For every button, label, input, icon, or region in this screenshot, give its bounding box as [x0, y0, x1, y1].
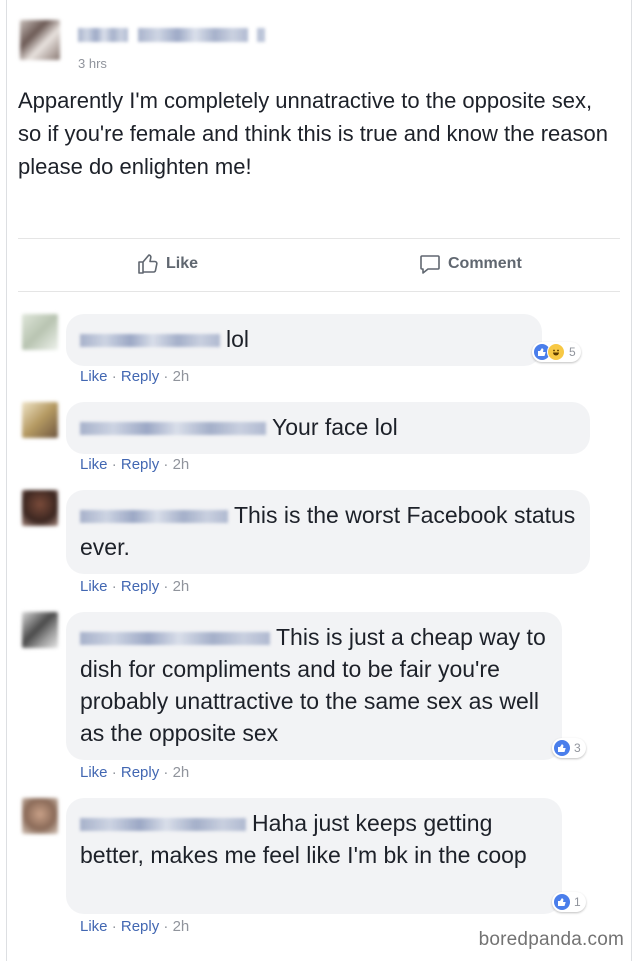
haha-reaction-icon: [547, 343, 565, 361]
commenter-avatar[interactable]: [22, 314, 58, 350]
comment-button-label: Comment: [448, 255, 522, 272]
reaction-count: 5: [569, 345, 576, 359]
commenter-name-blurred[interactable]: [80, 818, 246, 832]
commenter-avatar[interactable]: [22, 402, 58, 438]
author-avatar[interactable]: [20, 20, 60, 60]
like-reaction-icon: [554, 740, 570, 756]
comment-meta: Like · Reply · 2h: [80, 764, 190, 781]
author-name-blurred[interactable]: [78, 26, 265, 44]
like-button-label: Like: [166, 255, 199, 272]
comment-reply-link[interactable]: Reply: [121, 456, 159, 473]
comment-like-link[interactable]: Like: [80, 578, 108, 595]
commenter-name-blurred[interactable]: [80, 510, 228, 524]
comment-like-link[interactable]: Like: [80, 764, 108, 781]
comment-meta: Like · Reply · 2h: [80, 456, 190, 473]
commenter-avatar[interactable]: [22, 798, 58, 834]
comment-timestamp[interactable]: 2h: [173, 456, 190, 473]
post-action-bar: Like Comment: [18, 238, 620, 292]
commenter-avatar[interactable]: [22, 612, 58, 648]
thumbs-up-icon: [138, 254, 158, 274]
post-timestamp[interactable]: 3 hrs: [78, 56, 107, 71]
watermark: boredpanda.com: [478, 929, 624, 950]
comment-reply-link[interactable]: Reply: [121, 578, 159, 595]
like-reaction-icon: [554, 894, 570, 910]
comment-bubble: Haha just keeps getting better, makes me…: [66, 798, 562, 914]
comment-reply-link[interactable]: Reply: [121, 918, 159, 935]
comment-timestamp[interactable]: 2h: [173, 918, 190, 935]
reaction-count: 1: [574, 895, 581, 909]
comment-reply-link[interactable]: Reply: [121, 368, 159, 385]
reaction-summary[interactable]: 5: [532, 342, 581, 362]
like-button[interactable]: Like: [136, 252, 198, 276]
post-text: Apparently I'm completely unnatractive t…: [18, 88, 608, 179]
comment-like-link[interactable]: Like: [80, 368, 108, 385]
comment-timestamp[interactable]: 2h: [173, 578, 190, 595]
reaction-summary[interactable]: 1: [552, 892, 586, 912]
commenter-name-blurred[interactable]: [80, 632, 270, 646]
comment-bubble: Your face lol: [66, 402, 590, 454]
comment-timestamp[interactable]: 2h: [173, 368, 190, 385]
post-header: 3 hrs: [12, 14, 612, 74]
commenter-avatar[interactable]: [22, 490, 58, 526]
comment-meta: Like · Reply · 2h: [80, 918, 190, 935]
comment-icon: [420, 255, 440, 274]
comment-meta: Like · Reply · 2h: [80, 368, 190, 385]
comment-bubble: This is just a cheap way to dish for com…: [66, 612, 562, 760]
comment-timestamp[interactable]: 2h: [173, 764, 190, 781]
comment-like-link[interactable]: Like: [80, 918, 108, 935]
comment-bubble: This is the worst Facebook status ever.: [66, 490, 590, 574]
comment-text: lol: [226, 326, 250, 352]
commenter-name-blurred[interactable]: [80, 422, 266, 436]
comment-bubble: lol: [66, 314, 542, 366]
reaction-summary[interactable]: 3: [552, 738, 586, 758]
reaction-count: 3: [574, 741, 581, 755]
comment-reply-link[interactable]: Reply: [121, 764, 159, 781]
comment-text: Your face lol: [272, 414, 398, 440]
comment-button[interactable]: Comment: [418, 252, 522, 276]
comment-meta: Like · Reply · 2h: [80, 578, 190, 595]
commenter-name-blurred[interactable]: [80, 334, 220, 348]
comment-like-link[interactable]: Like: [80, 456, 108, 473]
